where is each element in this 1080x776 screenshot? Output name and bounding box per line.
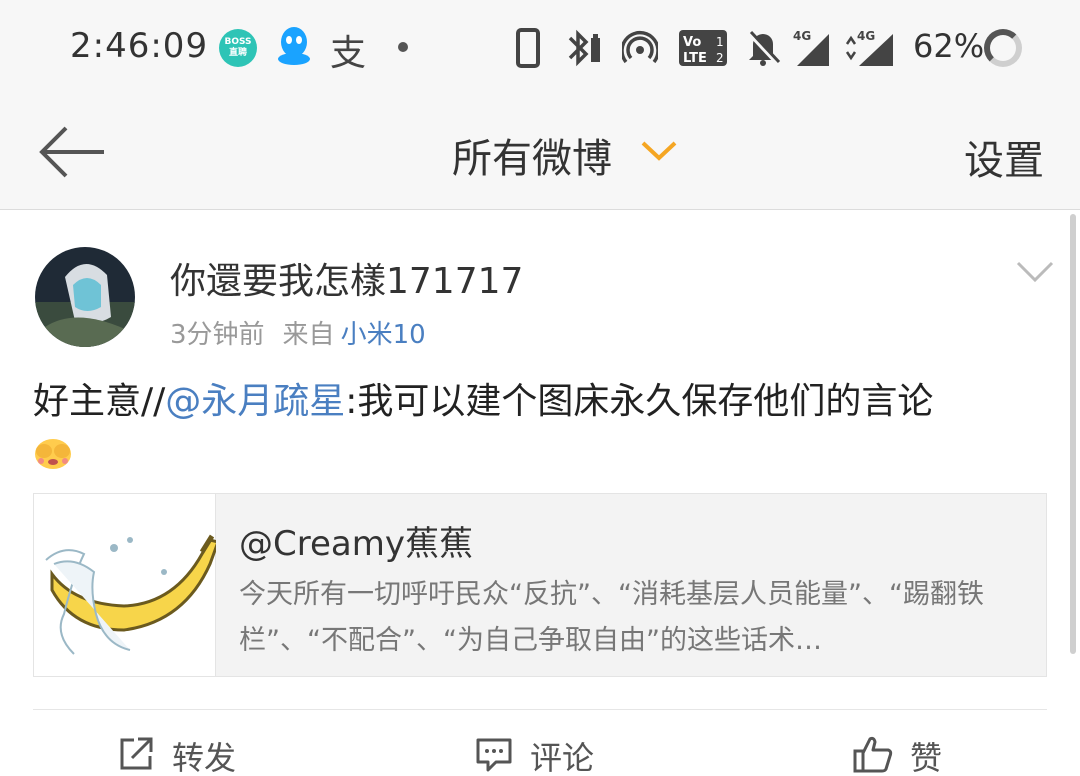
signal-icon: 4G: [793, 28, 833, 72]
status-time: 2:46:09: [70, 26, 209, 66]
quoted-post-card[interactable]: @Creamy蕉蕉 今天所有一切呼吁民众“反抗”、“消耗基层人员能量”、“踢翻铁…: [33, 493, 1047, 677]
hotspot-icon: [620, 28, 660, 72]
like-label: 赞: [910, 739, 943, 776]
avatar[interactable]: [35, 247, 135, 347]
quoted-post-text: 今天所有一切呼吁民众“反抗”、“消耗基层人员能量”、“踢翻铁栏”、“不配合”、“…: [239, 579, 984, 656]
status-bar: 2:46:09 BOSS 直聘 支 Vo LTE 1 2 4G 4G 62%: [0, 0, 1080, 96]
comment-label: 评论: [530, 739, 595, 776]
post-time: 3分钟前: [170, 320, 265, 350]
repost-icon: [116, 734, 156, 776]
like-button[interactable]: 赞: [852, 734, 942, 776]
divider: [33, 709, 1047, 710]
repost-label: 转发: [172, 739, 237, 776]
face-covering-eyes-emoji: [33, 434, 73, 474]
svg-text:4G: 4G: [857, 29, 875, 43]
signal-icon: 4G: [843, 28, 895, 72]
repost-button[interactable]: 转发: [116, 734, 236, 776]
alipay-icon: 支: [330, 33, 367, 74]
volte-icon: Vo LTE 1 2: [678, 28, 728, 72]
settings-button[interactable]: 设置: [964, 128, 1044, 186]
comment-button[interactable]: 评论: [474, 734, 594, 776]
chevron-down-icon[interactable]: [640, 140, 678, 166]
chevron-down-icon[interactable]: [1015, 260, 1055, 288]
post-text-prefix: 好主意//: [33, 381, 166, 422]
page-title[interactable]: 所有微博: [452, 126, 612, 184]
mute-icon: [745, 28, 781, 72]
battery-percent: 62%: [913, 27, 985, 65]
post-source[interactable]: 小米10: [341, 320, 426, 350]
back-arrow-icon[interactable]: [38, 122, 108, 182]
battery-ring-icon: [984, 29, 1022, 67]
post-username[interactable]: 你還要我怎樣171717: [170, 252, 523, 304]
svg-text:2: 2: [716, 51, 724, 65]
svg-text:Vo: Vo: [683, 35, 701, 50]
comment-icon: [474, 734, 514, 776]
post-text-suffix: :我可以建个图床永久保存他们的言论: [345, 381, 934, 422]
boss-badge-bottom: 直聘: [228, 48, 247, 58]
boss-badge-top: BOSS: [224, 37, 252, 47]
svg-text:4G: 4G: [793, 29, 811, 43]
svg-text:LTE: LTE: [683, 51, 707, 66]
post-meta: 3分钟前 来自 小米10: [170, 314, 426, 351]
bluetooth-icon: [566, 28, 602, 72]
scrollbar[interactable]: [1070, 214, 1076, 654]
svg-text:1: 1: [716, 35, 724, 49]
thumbs-up-icon: [852, 733, 894, 776]
quoted-post-author[interactable]: @Creamy蕉蕉: [239, 516, 473, 565]
qq-icon: [276, 26, 312, 70]
top-nav: 所有微博 设置: [0, 96, 1080, 210]
phone-icon: [515, 28, 541, 72]
post-text: 好主意//@永月疏星:我可以建个图床永久保存他们的言论: [33, 378, 1043, 426]
quoted-post-thumbnail[interactable]: [34, 494, 220, 676]
dot-icon: [398, 42, 408, 52]
post-mention-link[interactable]: @永月疏星: [165, 381, 345, 422]
post-from-label: 来自: [282, 320, 335, 350]
boss-app-icon: BOSS 直聘: [219, 29, 257, 67]
